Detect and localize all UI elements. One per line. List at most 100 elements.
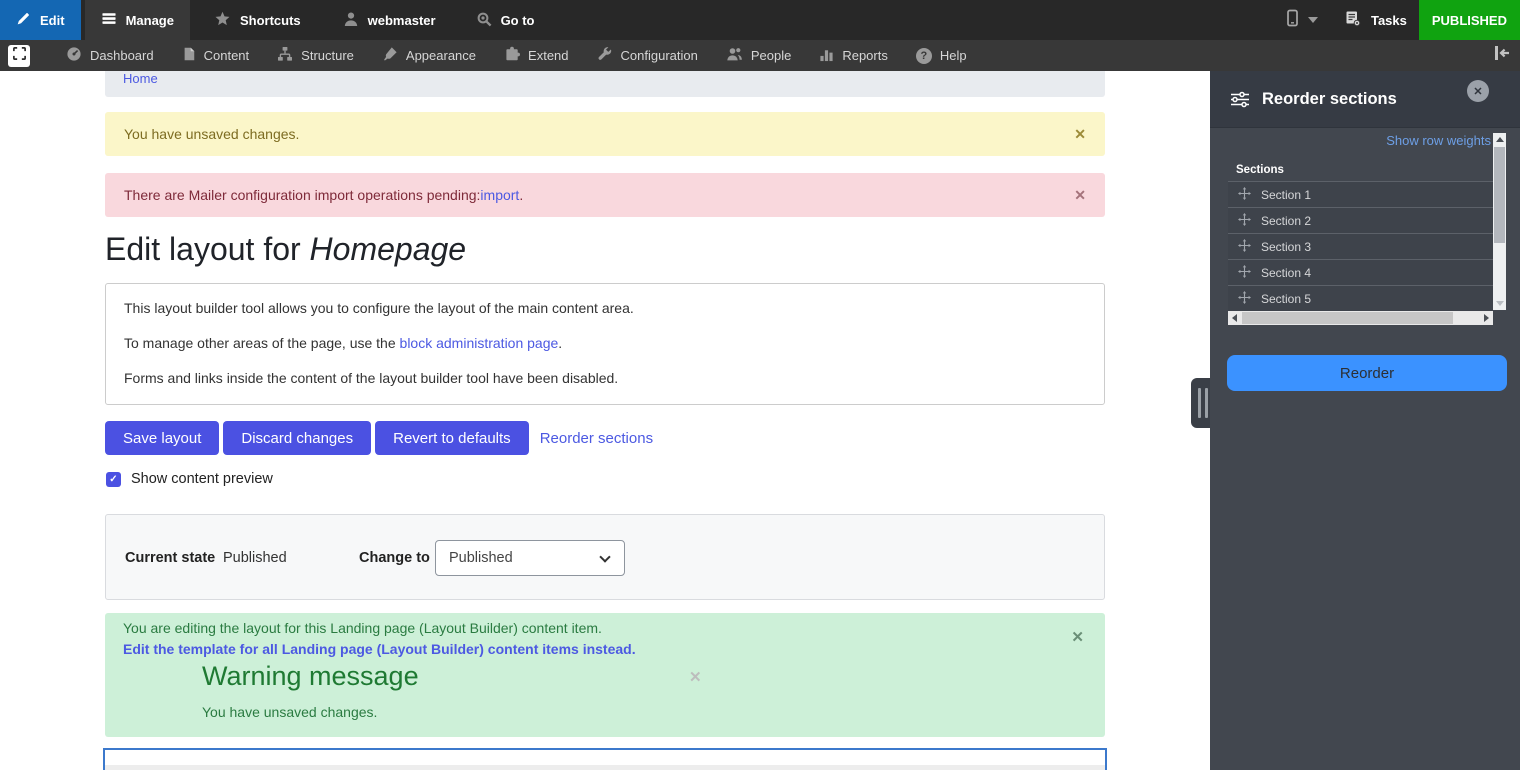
wrench-icon [597, 46, 613, 65]
block-admin-link[interactable]: block administration page [400, 335, 559, 351]
tray-label: Structure [301, 48, 354, 63]
close-panel-button[interactable]: ✕ [1467, 80, 1489, 102]
section-row-label: Section 5 [1261, 291, 1312, 306]
preview-checkbox[interactable]: ✓ [106, 471, 121, 487]
tray-item-extend[interactable]: Extend [490, 40, 582, 71]
close-icon[interactable]: ✕ [689, 668, 702, 686]
tray-label: Appearance [405, 48, 477, 63]
page-title-emphasis: Homepage [309, 231, 467, 267]
close-icon[interactable]: ✕ [1071, 628, 1084, 646]
intro-paragraph-2: To manage other areas of the page, use t… [124, 336, 1086, 350]
user-icon [343, 11, 359, 30]
scroll-right-arrow[interactable] [1480, 311, 1493, 325]
tray-item-people[interactable]: People [712, 40, 805, 71]
back-to-site-button[interactable] [8, 44, 30, 67]
admin-tray: Dashboard Content Structure Appearance E… [0, 40, 1520, 71]
edit-tab-label: Edit [40, 12, 65, 28]
reorder-sections-link[interactable]: Reorder sections [540, 430, 653, 447]
mailer-pending-message: There are Mailer configuration import op… [105, 173, 1105, 217]
move-icon[interactable] [1238, 238, 1251, 255]
horizontal-scrollbar[interactable] [1228, 311, 1493, 325]
horizontal-scrollbar-thumb[interactable] [1242, 312, 1453, 324]
page-title-prefix: Edit layout for [105, 231, 310, 267]
escape-admin-icon [12, 46, 27, 66]
move-icon[interactable] [1238, 212, 1251, 229]
change-to-select[interactable]: Published [435, 540, 625, 576]
intro-paragraph-1: This layout builder tool allows you to c… [124, 300, 634, 316]
user-menu[interactable]: webmaster [327, 0, 452, 40]
page-title: Edit layout for Homepage [105, 231, 466, 268]
close-icon[interactable]: ✕ [1074, 126, 1086, 143]
pencil-icon [16, 11, 31, 29]
section-row[interactable]: Section 3 [1228, 233, 1493, 259]
tray-label: Help [939, 48, 967, 63]
tasks-label: Tasks [1370, 12, 1407, 28]
import-link[interactable]: import [480, 187, 519, 203]
change-to-selected-option: Published [449, 550, 513, 566]
tray-item-help[interactable]: ? Help [902, 40, 981, 71]
vertical-scrollbar[interactable] [1493, 133, 1506, 310]
section-row-label: Section 4 [1261, 265, 1312, 280]
chevron-down-icon [1307, 17, 1318, 23]
discard-changes-button[interactable]: Discard changes [223, 421, 372, 455]
scroll-up-arrow[interactable] [1493, 133, 1506, 146]
warning-message-title: Warning message [202, 661, 419, 691]
shortcuts-tab-label: Shortcuts [239, 12, 301, 28]
tray-item-configuration[interactable]: Configuration [583, 40, 712, 71]
question-icon: ? [915, 47, 932, 64]
shortcuts-tab[interactable]: Shortcuts [198, 0, 317, 40]
tray-item-reports[interactable]: Reports [805, 40, 902, 71]
people-icon [726, 46, 743, 65]
dock-left-icon [1493, 45, 1510, 66]
manage-tab[interactable]: Manage [84, 0, 190, 40]
manage-tab-label: Manage [125, 12, 174, 28]
tray-item-appearance[interactable]: Appearance [368, 40, 490, 71]
change-to-label: Change to [359, 550, 430, 566]
tray-item-structure[interactable]: Structure [263, 40, 368, 71]
section-row[interactable]: Section 2 [1228, 207, 1493, 233]
tray-label: Dashboard [90, 48, 154, 63]
published-status-badge: PUBLISHED [1418, 0, 1520, 40]
sections-table-header: Sections [1236, 164, 1284, 176]
reorder-sections-panel: Reorder sections ✕ Show row weights Sect… [1210, 71, 1520, 770]
move-icon[interactable] [1238, 290, 1251, 307]
sitemap-icon [277, 46, 293, 65]
edit-tab[interactable]: Edit [0, 0, 81, 40]
search-icon [476, 11, 492, 30]
tasks-button[interactable]: Tasks [1332, 0, 1419, 40]
unsaved-changes-message: You have unsaved changes. ✕ [105, 112, 1105, 156]
brush-icon [382, 46, 398, 65]
save-layout-button[interactable]: Save layout [105, 421, 220, 455]
vertical-scrollbar-thumb[interactable] [1494, 147, 1505, 243]
revert-defaults-button[interactable]: Revert to defaults [375, 421, 529, 455]
move-icon[interactable] [1238, 186, 1251, 203]
tray-item-content[interactable]: Content [168, 40, 264, 71]
tray-item-dashboard[interactable]: Dashboard [52, 40, 168, 71]
goto-menu[interactable]: Go to [460, 0, 551, 40]
intro-paragraph-3: Forms and links inside the content of th… [124, 370, 619, 386]
panel-title: Reorder sections [1262, 90, 1397, 108]
section-row[interactable]: Section 5 [1228, 285, 1493, 311]
user-menu-label: webmaster [367, 12, 436, 28]
scroll-left-arrow[interactable] [1228, 311, 1241, 325]
close-icon[interactable]: ✕ [1074, 187, 1086, 204]
toolbar-orientation-toggle[interactable] [1483, 45, 1520, 66]
edit-template-link[interactable]: Edit the template for all Landing page (… [123, 641, 636, 657]
grip-line [1205, 388, 1208, 418]
move-icon[interactable] [1238, 264, 1251, 281]
error-text-prefix: There are Mailer configuration import op… [124, 187, 481, 203]
breadcrumb-home-link[interactable]: Home [123, 71, 158, 86]
scroll-down-arrow[interactable] [1493, 297, 1506, 310]
triangle-up-icon [1495, 137, 1504, 142]
warning-message-body: You have unsaved changes. [202, 704, 378, 720]
section-row[interactable]: Section 1 [1228, 181, 1493, 207]
hamburger-icon [101, 11, 117, 29]
admin-toolbar: Edit Manage Shortcuts webmaster Go to Ta… [0, 0, 1520, 40]
warning-text: You have unsaved changes. [124, 126, 300, 142]
device-preview-button[interactable] [1270, 0, 1332, 40]
breadcrumb: Home [105, 71, 1105, 97]
show-row-weights-link[interactable]: Show row weights [1386, 133, 1491, 148]
section-row[interactable]: Section 4 [1228, 259, 1493, 285]
current-state-value: Published [223, 550, 287, 566]
reorder-button[interactable]: Reorder [1227, 355, 1507, 391]
